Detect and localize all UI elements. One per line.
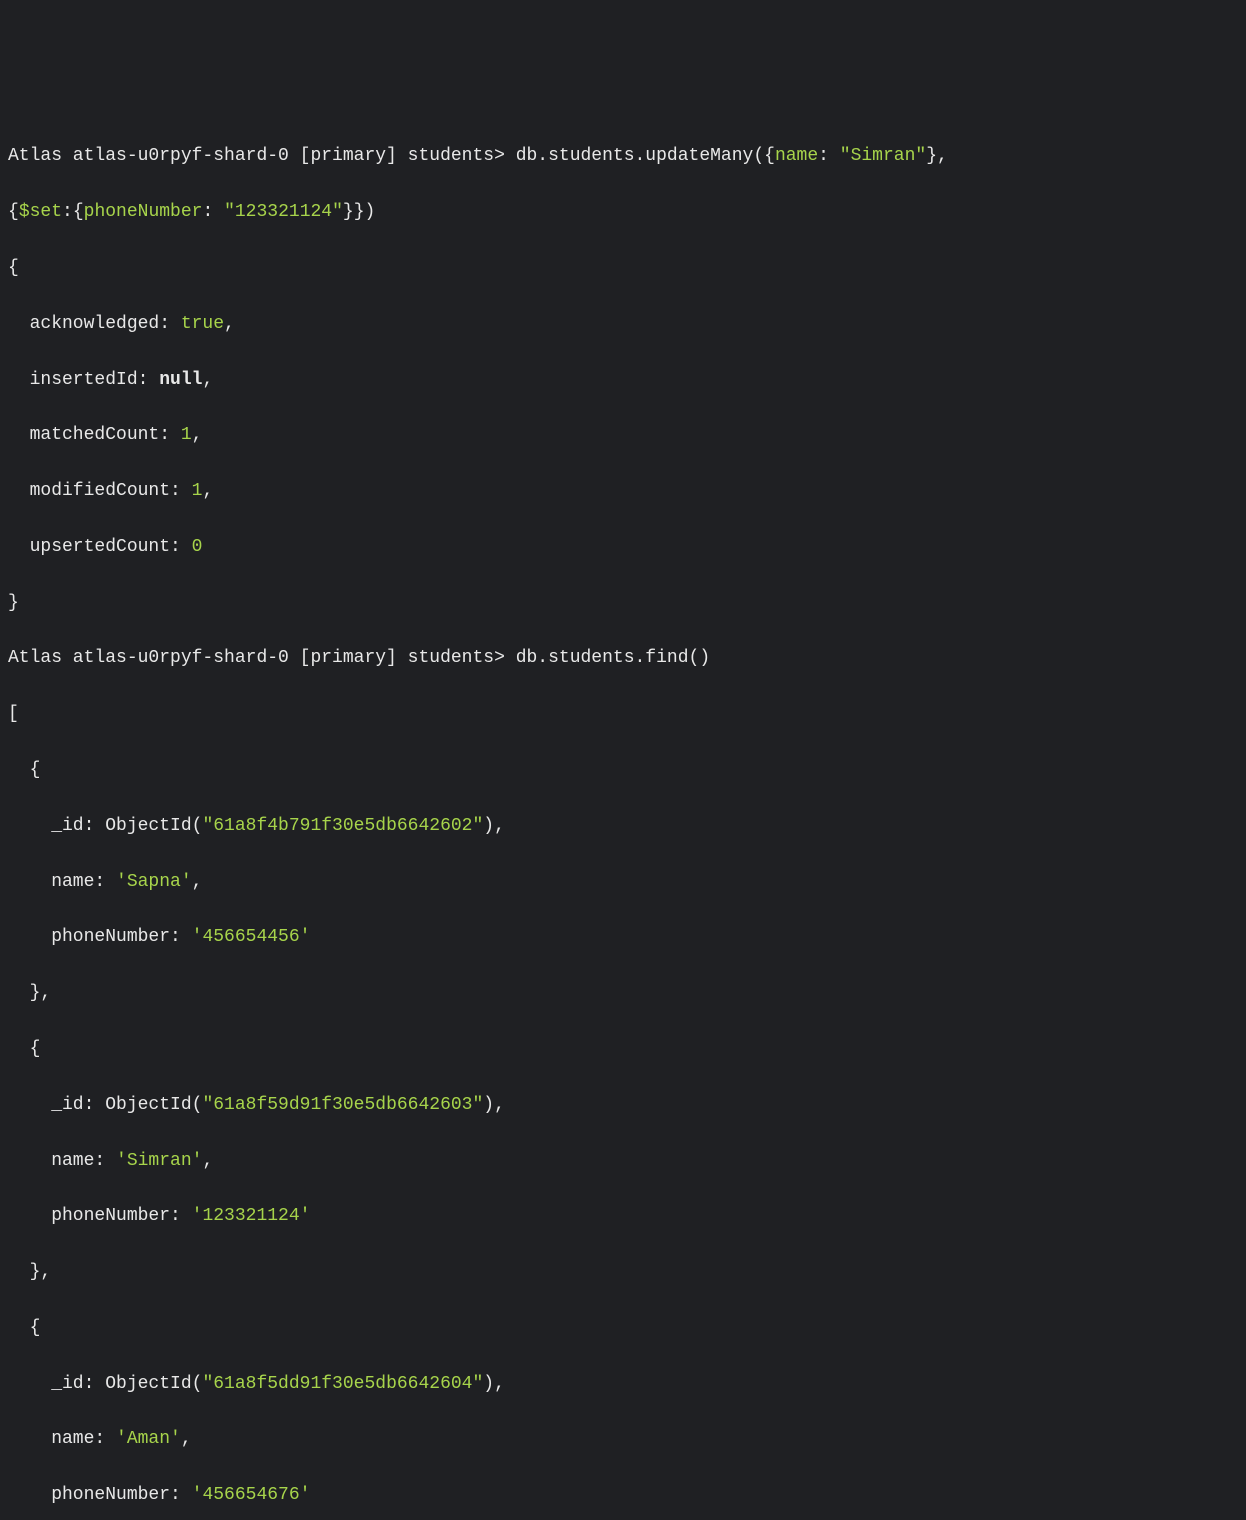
record-1-close: }, (8, 980, 1238, 1008)
record-2-open: { (8, 1036, 1238, 1064)
record-2-phone: phoneNumber: '123321124' (8, 1203, 1238, 1231)
cmd-line-2: {$set:{phoneNumber: "123321124"}}) (8, 199, 1238, 227)
cmd-line-find: Atlas atlas-u0rpyf-shard-0 [primary] stu… (8, 645, 1238, 673)
record-3-name: name: 'Aman', (8, 1426, 1238, 1454)
terminal-output[interactable]: Atlas atlas-u0rpyf-shard-0 [primary] stu… (8, 116, 1238, 1520)
record-2-close: }, (8, 1259, 1238, 1287)
record-2-name: name: 'Simran', (8, 1148, 1238, 1176)
record-3-id: _id: ObjectId("61a8f5dd91f30e5db6642604"… (8, 1371, 1238, 1399)
record-1-open: { (8, 757, 1238, 785)
array-open: [ (8, 701, 1238, 729)
record-1-name: name: 'Sapna', (8, 869, 1238, 897)
result-close-brace: } (8, 590, 1238, 618)
result-modified-count: modifiedCount: 1, (8, 478, 1238, 506)
record-1-id: _id: ObjectId("61a8f4b791f30e5db6642602"… (8, 813, 1238, 841)
result-matched-count: matchedCount: 1, (8, 422, 1238, 450)
record-3-open: { (8, 1315, 1238, 1343)
record-2-id: _id: ObjectId("61a8f59d91f30e5db6642603"… (8, 1092, 1238, 1120)
result-inserted-id: insertedId: null, (8, 367, 1238, 395)
result-upserted-count: upsertedCount: 0 (8, 534, 1238, 562)
result-open-brace: { (8, 255, 1238, 283)
record-1-phone: phoneNumber: '456654456' (8, 924, 1238, 952)
cmd-line-1: Atlas atlas-u0rpyf-shard-0 [primary] stu… (8, 143, 1238, 171)
result-acknowledged: acknowledged: true, (8, 311, 1238, 339)
record-3-phone: phoneNumber: '456654676' (8, 1482, 1238, 1510)
